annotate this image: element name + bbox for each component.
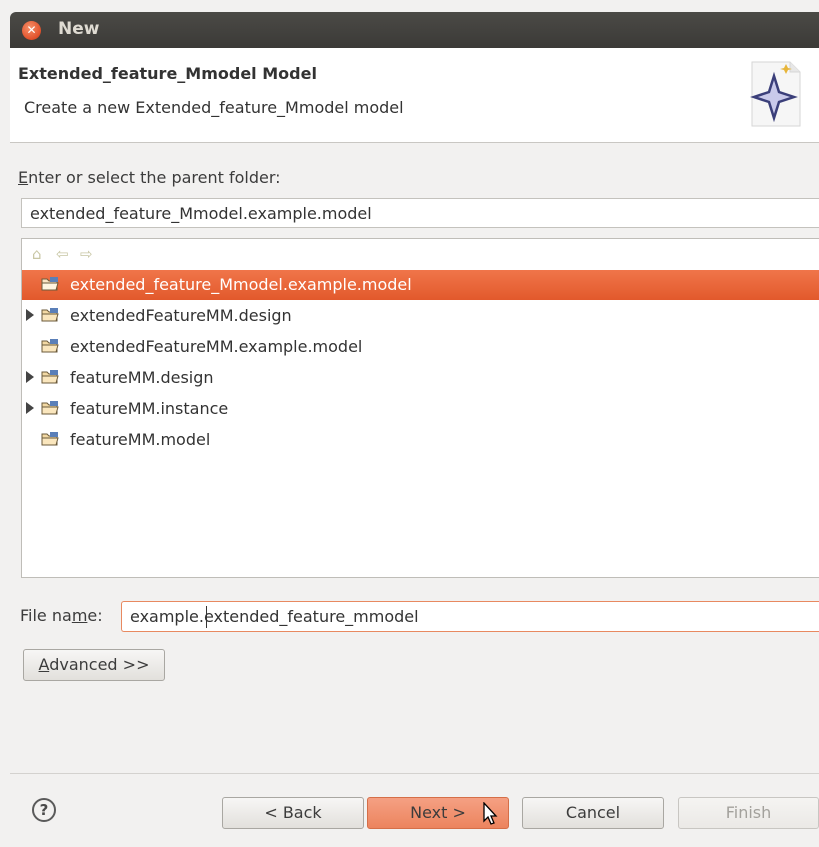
tree-item-label: featureMM.instance [70, 399, 229, 418]
back-button[interactable]: < Back [222, 797, 364, 829]
parent-folder-label: Enter or select the parent folder: [18, 168, 281, 187]
mouse-cursor-icon [483, 802, 498, 825]
tree-item-label: featureMM.model [70, 430, 211, 449]
finish-button[interactable]: Finish [678, 797, 819, 829]
file-name-label: File name: [20, 606, 103, 625]
wizard-header: Extended_feature_Mmodel Model Create a n… [10, 48, 819, 143]
cancel-button[interactable]: Cancel [522, 797, 664, 829]
tree-item[interactable]: extendedFeatureMM.design [22, 301, 819, 331]
forward-arrow-icon[interactable]: ⇨ [80, 245, 93, 263]
tree-item-label: extended_feature_Mmodel.example.model [70, 275, 412, 294]
tree-item[interactable]: featureMM.design [22, 363, 819, 393]
back-arrow-icon[interactable]: ⇦ [56, 245, 69, 263]
expand-arrow-icon[interactable] [26, 402, 34, 414]
tree-item-label: featureMM.design [70, 368, 214, 387]
parent-folder-input[interactable] [21, 198, 819, 228]
project-folder-icon [41, 401, 59, 415]
project-folder-icon [41, 370, 59, 384]
wizard-banner-icon [750, 61, 801, 127]
tree-item[interactable]: featureMM.model [22, 425, 819, 455]
wizard-description: Create a new Extended_feature_Mmodel mod… [24, 98, 404, 117]
project-folder-icon [41, 308, 59, 322]
folder-tree[interactable]: ⌂ ⇦ ⇨ extended_feature_Mmodel.example.mo… [21, 238, 819, 578]
tree-item-label: extendedFeatureMM.design [70, 306, 292, 325]
advanced-button[interactable]: Advanced >> [23, 649, 165, 681]
file-name-input[interactable] [121, 601, 819, 632]
project-folder-icon [41, 277, 59, 291]
project-folder-icon [41, 432, 59, 446]
home-icon[interactable]: ⌂ [32, 245, 42, 263]
close-icon[interactable]: ✕ [22, 21, 41, 40]
expand-arrow-icon[interactable] [26, 309, 34, 321]
tree-item[interactable]: featureMM.instance [22, 394, 819, 424]
wizard-title: Extended_feature_Mmodel Model [18, 64, 317, 83]
expand-arrow-icon[interactable] [26, 371, 34, 383]
tree-item[interactable]: extended_feature_Mmodel.example.model [22, 270, 819, 300]
text-caret [206, 606, 207, 628]
project-folder-icon [41, 339, 59, 353]
window-titlebar: ✕ New [10, 12, 819, 48]
help-icon[interactable]: ? [32, 798, 56, 822]
tree-item-label: extendedFeatureMM.example.model [70, 337, 363, 356]
tree-item[interactable]: extendedFeatureMM.example.model [22, 332, 819, 362]
window-title: New [58, 19, 100, 39]
footer-separator [10, 773, 819, 774]
